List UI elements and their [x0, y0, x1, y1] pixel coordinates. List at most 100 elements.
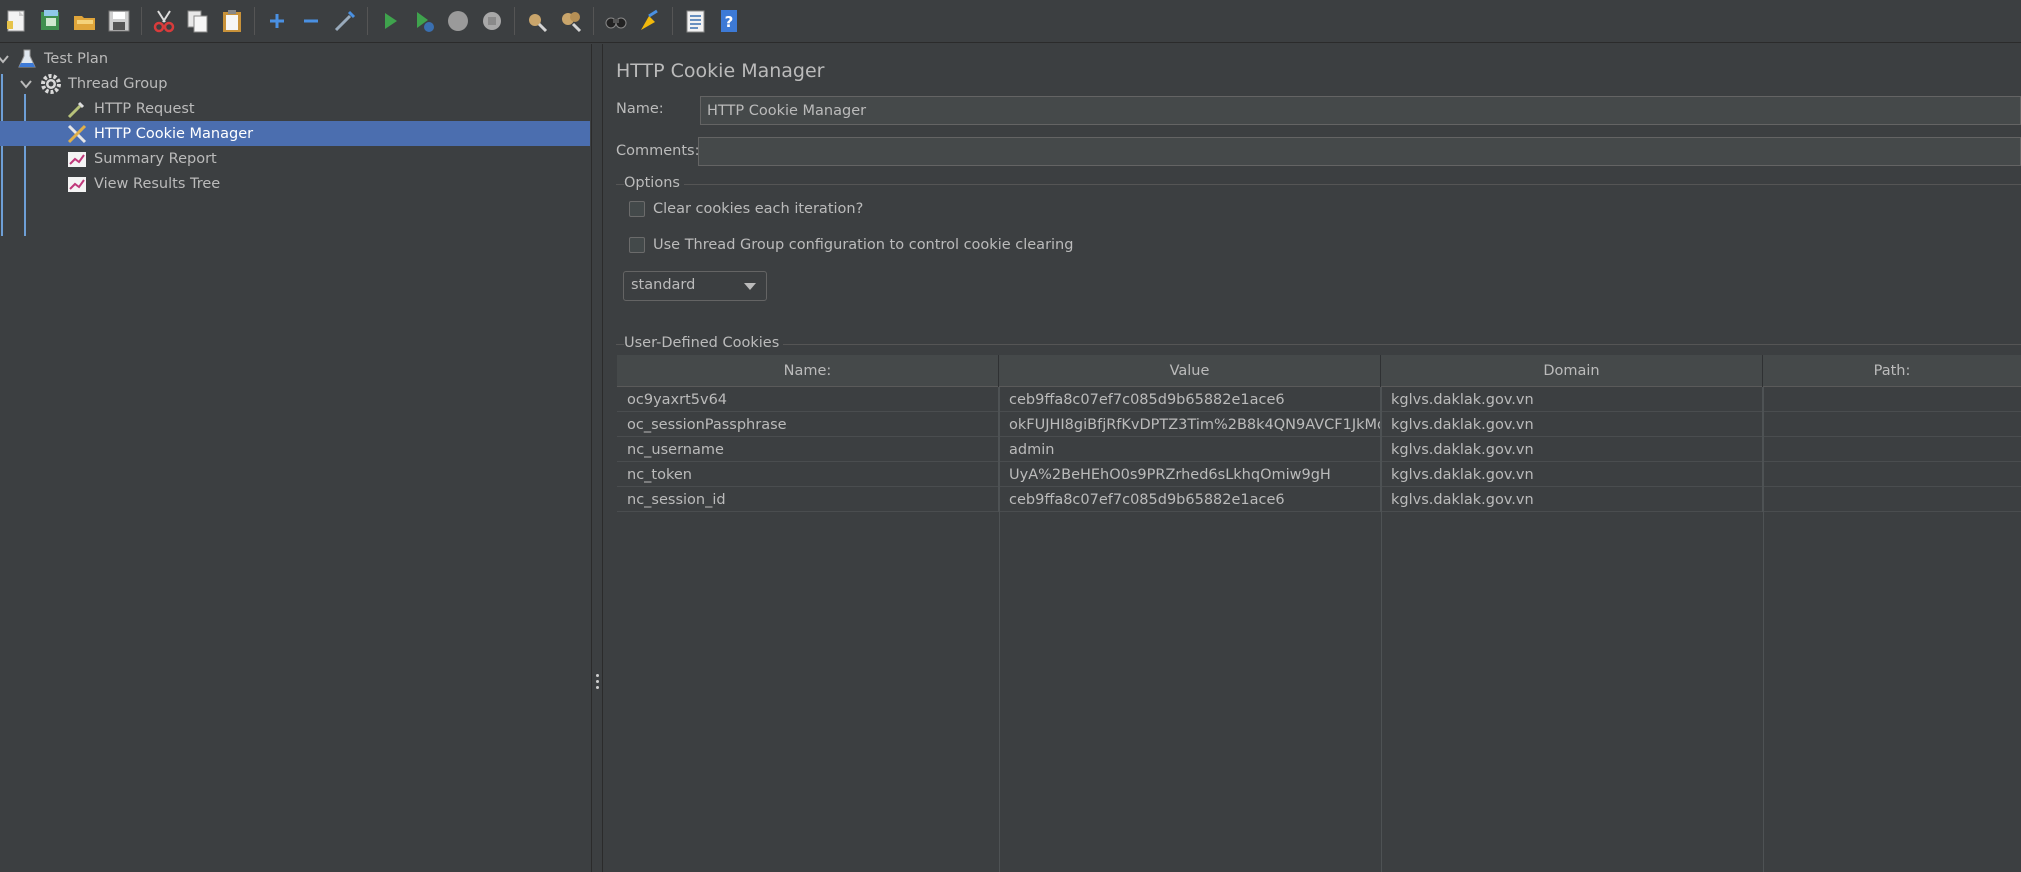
tree-item-http-cookie-manager[interactable]: HTTP Cookie Manager	[0, 121, 590, 146]
page-title: HTTP Cookie Manager	[616, 60, 825, 82]
cookie-domain-cell[interactable]: kglvs.daklak.gov.vn	[1381, 487, 1763, 512]
tree-item-label: Summary Report	[94, 150, 217, 167]
pipette-icon	[66, 98, 88, 120]
toolbar-separator	[254, 7, 255, 35]
cookies-table: Name: Value Domain Path: oc9yaxrt5v64 ce…	[617, 355, 2021, 872]
column-divider	[1763, 387, 1764, 872]
column-header-path[interactable]: Path:	[1763, 355, 2021, 387]
table-row[interactable]: oc9yaxrt5v64 ceb9ffa8c07ef7c085d9b65882e…	[617, 387, 2021, 412]
tools-icon	[66, 123, 88, 145]
collapse-icon[interactable]	[296, 6, 326, 36]
toolbar-separator	[141, 7, 142, 35]
open-icon[interactable]	[70, 6, 100, 36]
toggle-icon[interactable]	[330, 6, 360, 36]
column-header-name[interactable]: Name:	[617, 355, 999, 387]
chart-icon	[66, 148, 88, 170]
gear-icon	[40, 73, 62, 95]
toolbar-separator	[593, 7, 594, 35]
table-header: Name: Value Domain Path:	[617, 355, 2021, 387]
cookie-domain-cell[interactable]: kglvs.daklak.gov.vn	[1381, 437, 1763, 462]
tree-item-label: HTTP Cookie Manager	[94, 125, 254, 142]
column-divider	[999, 387, 1000, 872]
tree-item-label: View Results Tree	[94, 175, 221, 192]
tree-item-test-plan[interactable]: Test Plan	[0, 46, 590, 71]
cookie-path-cell[interactable]	[1763, 462, 2021, 487]
cookie-value-cell[interactable]: ceb9ffa8c07ef7c085d9b65882e1ace6	[999, 487, 1381, 512]
cookie-domain-cell[interactable]: kglvs.daklak.gov.vn	[1381, 387, 1763, 412]
copy-icon[interactable]	[183, 6, 213, 36]
cookie-policy-select[interactable]: standard	[623, 271, 767, 301]
paste-icon[interactable]	[217, 6, 247, 36]
drag-handle-icon[interactable]	[596, 674, 600, 692]
cookie-path-cell[interactable]	[1763, 387, 2021, 412]
cookie-name-cell[interactable]: nc_username	[617, 437, 999, 462]
expand-icon[interactable]	[262, 6, 292, 36]
use-thread-group-label: Use Thread Group configuration to contro…	[653, 237, 1074, 253]
toolbar-separator	[672, 7, 673, 35]
table-row[interactable]: oc_sessionPassphrase okFUJHI8giBfjRfKvDP…	[617, 412, 2021, 437]
clear-icon[interactable]	[522, 6, 552, 36]
tree-item-thread-group[interactable]: Thread Group	[0, 71, 590, 96]
comments-label: Comments:	[616, 143, 700, 159]
svg-text:?: ?	[725, 13, 734, 31]
cookies-group-border	[616, 344, 2021, 345]
toolbar-separator	[514, 7, 515, 35]
cookie-path-cell[interactable]	[1763, 412, 2021, 437]
flask-icon	[16, 48, 38, 70]
toolbar: ?	[0, 0, 2021, 43]
start-no-pause-icon[interactable]	[409, 6, 439, 36]
chevron-down-icon[interactable]	[19, 77, 33, 91]
test-plan-tree: Test Plan Thread Group HTTP Request HTTP…	[0, 44, 591, 872]
cookie-path-cell[interactable]	[1763, 437, 2021, 462]
cookie-value-cell[interactable]: okFUJHI8giBfjRfKvDPTZ3Tim%2B8k4QN9AVCF1J…	[999, 412, 1381, 437]
column-header-value[interactable]: Value	[999, 355, 1381, 387]
help-icon[interactable]: ?	[714, 6, 744, 36]
cookie-name-cell[interactable]: oc_sessionPassphrase	[617, 412, 999, 437]
cookie-name-cell[interactable]: oc9yaxrt5v64	[617, 387, 999, 412]
tree-item-label: Test Plan	[44, 50, 109, 67]
function-helper-icon[interactable]	[680, 6, 710, 36]
cookie-value-cell[interactable]: ceb9ffa8c07ef7c085d9b65882e1ace6	[999, 387, 1381, 412]
options-group-title: Options	[624, 175, 684, 191]
cookie-domain-cell[interactable]: kglvs.daklak.gov.vn	[1381, 412, 1763, 437]
chart-icon	[66, 173, 88, 195]
table-row[interactable]: nc_token UyA%2BeHEhO0s9PRZrhed6sLkhqOmiw…	[617, 462, 2021, 487]
tree-item-label: HTTP Request	[94, 100, 195, 117]
tree-item-label: Thread Group	[68, 75, 168, 92]
templates-icon[interactable]	[36, 6, 66, 36]
stop-icon[interactable]	[443, 6, 473, 36]
reset-search-icon[interactable]	[635, 6, 665, 36]
cookie-name-cell[interactable]: nc_session_id	[617, 487, 999, 512]
shutdown-icon[interactable]	[477, 6, 507, 36]
search-icon[interactable]	[601, 6, 631, 36]
cookies-group-title: User-Defined Cookies	[624, 335, 784, 351]
cookie-policy-value: standard	[631, 277, 696, 293]
cut-icon[interactable]	[149, 6, 179, 36]
options-group-border	[616, 184, 2021, 185]
cookie-path-cell[interactable]	[1763, 487, 2021, 512]
tree-item-view-results-tree[interactable]: View Results Tree	[0, 171, 590, 196]
column-divider	[1381, 387, 1382, 872]
new-icon[interactable]	[2, 6, 32, 36]
use-thread-group-checkbox[interactable]	[629, 237, 645, 253]
clear-cookies-label: Clear cookies each iteration?	[653, 201, 864, 217]
cookie-value-cell[interactable]: UyA%2BeHEhO0s9PRZrhed6sLkhqOmiw9gH	[999, 462, 1381, 487]
comments-field[interactable]	[698, 137, 2021, 166]
cookie-value-cell[interactable]: admin	[999, 437, 1381, 462]
table-row[interactable]: nc_username admin kglvs.daklak.gov.vn	[617, 437, 2021, 462]
clear-cookies-checkbox[interactable]	[629, 201, 645, 217]
save-icon[interactable]	[104, 6, 134, 36]
chevron-down-icon[interactable]	[0, 52, 10, 66]
cookie-domain-cell[interactable]: kglvs.daklak.gov.vn	[1381, 462, 1763, 487]
cookie-name-cell[interactable]: nc_token	[617, 462, 999, 487]
tree-item-summary-report[interactable]: Summary Report	[0, 146, 590, 171]
column-header-domain[interactable]: Domain	[1381, 355, 1763, 387]
table-row[interactable]: nc_session_id ceb9ffa8c07ef7c085d9b65882…	[617, 487, 2021, 512]
name-label: Name:	[616, 101, 664, 117]
tree-item-http-request[interactable]: HTTP Request	[0, 96, 590, 121]
clear-all-icon[interactable]	[556, 6, 586, 36]
start-icon[interactable]	[375, 6, 405, 36]
name-field[interactable]	[700, 96, 2021, 125]
toolbar-separator	[367, 7, 368, 35]
split-pane-divider[interactable]	[591, 44, 603, 872]
